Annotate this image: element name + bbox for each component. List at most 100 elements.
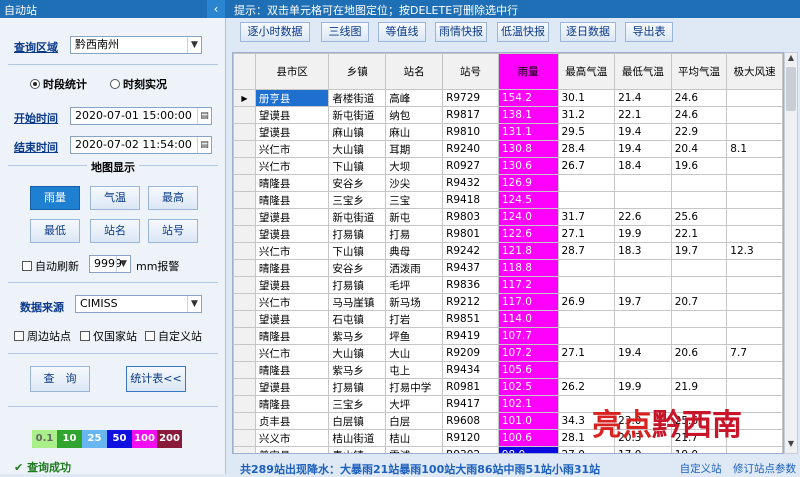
table-cell[interactable] [614, 276, 672, 294]
table-cell[interactable]: 22.1 [614, 106, 672, 124]
table-row[interactable]: 望谟县 石屯镇 打岩 R9851 114.0 [233, 310, 783, 328]
table-cell[interactable]: R9836 [442, 276, 499, 294]
table-cell[interactable]: 晴隆县 [254, 191, 330, 209]
table-cell[interactable] [614, 191, 672, 209]
table-cell[interactable]: 31.7 [557, 208, 616, 226]
table-cell[interactable] [726, 276, 783, 294]
table-cell[interactable]: 19.9 [614, 225, 672, 243]
table-cell[interactable]: 典母 [385, 242, 444, 260]
table-row[interactable]: 普安县青山镇雪浦R930298.027.017.019.0 [233, 446, 783, 453]
row-marker[interactable] [233, 123, 256, 141]
col-header[interactable]: 站名 [385, 53, 444, 90]
table-cell[interactable]: 贞丰县 [254, 412, 330, 430]
refresh-threshold-select[interactable]: 9999 ▼ [89, 255, 131, 273]
table-cell[interactable]: R9242 [442, 242, 499, 260]
table-cell[interactable] [726, 446, 783, 453]
table-cell[interactable]: 130.8 [497, 140, 559, 158]
table-cell[interactable]: 19.0 [670, 446, 728, 453]
table-cell[interactable]: 麻山镇 [328, 123, 387, 141]
table-cell[interactable] [726, 225, 783, 243]
row-marker[interactable] [233, 259, 256, 277]
start-time-picker[interactable]: 2020-07-01 15:00:00 ▤ [70, 107, 212, 125]
table-cell[interactable]: 26.2 [557, 378, 616, 396]
query-button[interactable]: 查 询 [30, 366, 90, 392]
table-cell[interactable]: 望谟县 [254, 123, 330, 141]
table-cell[interactable]: 麻山 [385, 123, 444, 141]
table-cell[interactable] [726, 259, 783, 277]
table-row[interactable]: 兴仁市 大山镇 大山 R9209 107.2 27.1 19.4 20.6 7.7 [233, 344, 783, 362]
table-cell[interactable] [557, 191, 616, 209]
col-header[interactable]: 乡镇 [328, 53, 387, 90]
table-cell[interactable]: 124.5 [497, 191, 559, 209]
table-cell[interactable]: 兴仁市 [254, 140, 330, 158]
table-cell[interactable]: 紫马乡 [328, 361, 387, 379]
table-cell[interactable]: 望谟县 [254, 208, 330, 226]
table-cell[interactable]: 青山镇 [328, 446, 387, 453]
table-cell[interactable]: 22.9 [670, 123, 728, 141]
table-cell[interactable]: 兴仁市 [254, 293, 330, 311]
col-header[interactable]: 最高气温 [557, 53, 616, 90]
table-cell[interactable]: 126.9 [497, 174, 559, 192]
table-cell[interactable]: 大山 [385, 344, 444, 362]
table-cell[interactable] [726, 361, 783, 379]
col-header[interactable]: 雨量 [497, 53, 559, 90]
table-cell[interactable] [726, 310, 783, 328]
table-cell[interactable]: 121.8 [497, 242, 559, 260]
table-cell[interactable]: R0981 [442, 378, 499, 396]
table-cell[interactable]: 25.6 [670, 208, 728, 226]
table-cell[interactable]: 28.4 [557, 140, 616, 158]
table-cell[interactable]: R9417 [442, 395, 499, 413]
table-cell[interactable]: 26.9 [557, 293, 616, 311]
row-marker[interactable] [233, 395, 256, 413]
table-cell[interactable]: 114.0 [497, 310, 559, 328]
table-cell[interactable] [614, 174, 672, 192]
table-cell[interactable]: 21.9 [670, 378, 728, 396]
table-cell[interactable]: 29.5 [557, 123, 616, 141]
table-cell[interactable]: 28.7 [557, 242, 616, 260]
table-cell[interactable] [670, 259, 728, 277]
table-cell[interactable]: 打易镇 [328, 276, 387, 294]
table-cell[interactable]: 105.6 [497, 361, 559, 379]
row-marker[interactable] [233, 140, 256, 158]
table-cell[interactable] [726, 327, 783, 345]
table-cell[interactable]: R9729 [442, 89, 499, 107]
table-cell[interactable]: 19.4 [614, 344, 672, 362]
table-cell[interactable]: 19.6 [670, 157, 728, 175]
table-cell[interactable]: 下山镇 [328, 242, 387, 260]
row-marker[interactable] [233, 412, 256, 430]
edit-station-params-link[interactable]: 修订站点参数 [733, 463, 796, 475]
table-cell[interactable] [726, 123, 783, 141]
table-row[interactable]: 晴隆县 安谷乡 洒泼雨 R9437 118.8 [233, 259, 783, 277]
row-marker[interactable] [233, 157, 256, 175]
table-cell[interactable] [726, 378, 783, 396]
col-header[interactable]: 站号 [442, 53, 499, 90]
table-row[interactable]: 望谟县 打易镇 毛坪 R9836 117.2 [233, 276, 783, 294]
table-cell[interactable]: R9419 [442, 327, 499, 345]
table-cell[interactable]: 桔山 [385, 429, 444, 447]
table-cell[interactable]: 107.7 [497, 327, 559, 345]
table-cell[interactable]: 131.1 [497, 123, 559, 141]
table-cell[interactable]: R9817 [442, 106, 499, 124]
table-row[interactable]: ▶ 册亨县 者楼街道 高峰 R9729 154.2 30.1 21.4 24.6 [233, 89, 783, 107]
table-cell[interactable]: 安谷乡 [328, 259, 387, 277]
table-cell[interactable] [670, 276, 728, 294]
table-cell[interactable]: 20.7 [670, 293, 728, 311]
nearby-stations-checkbox[interactable]: 周边站点 [14, 328, 71, 344]
table-cell[interactable] [614, 361, 672, 379]
table-cell[interactable]: 138.1 [497, 106, 559, 124]
table-cell[interactable]: 大坪 [385, 395, 444, 413]
auto-refresh-checkbox[interactable]: 自动刷新 [22, 258, 79, 274]
col-header[interactable]: 最低气温 [614, 53, 672, 90]
table-cell[interactable]: 三宝 [385, 191, 444, 209]
low-temp-report-button[interactable]: 低温快报 [497, 22, 549, 42]
table-cell[interactable]: 27.1 [557, 225, 616, 243]
table-row[interactable]: 望谟县 打易镇 打易 R9801 122.6 27.1 19.9 22.1 [233, 225, 783, 243]
table-cell[interactable]: R9418 [442, 191, 499, 209]
table-cell[interactable] [670, 174, 728, 192]
table-cell[interactable]: 118.8 [497, 259, 559, 277]
table-cell[interactable] [670, 327, 728, 345]
map-station-name-button[interactable]: 站名 [90, 219, 140, 243]
table-cell[interactable]: 8.1 [726, 140, 783, 158]
row-marker[interactable] [233, 327, 256, 345]
radio-moment[interactable]: 时刻实况 [110, 76, 167, 92]
